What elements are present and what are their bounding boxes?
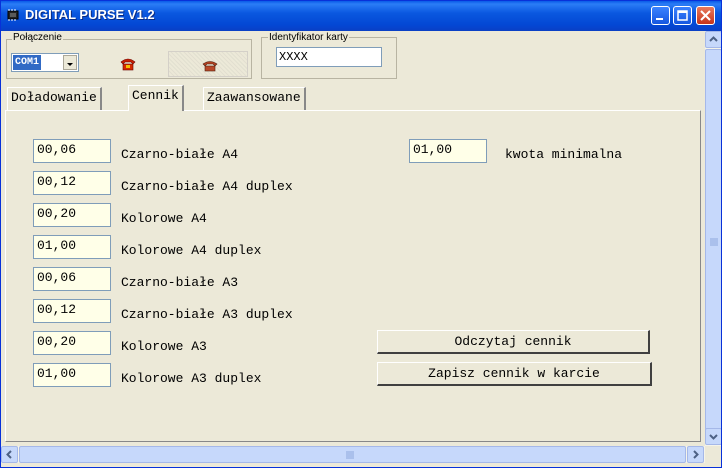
minimize-button[interactable] (651, 6, 670, 25)
app-window: DIGITAL PURSE V1.2 Połączenie COM1 Ident… (0, 0, 722, 468)
price-label-bw-a3-duplex: Czarno-białe A3 duplex (121, 307, 293, 322)
connection-status-box (168, 51, 248, 77)
scroll-right-button[interactable] (687, 446, 704, 463)
chevron-left-icon (6, 450, 12, 459)
scrollbar-corner (705, 446, 721, 463)
minimum-amount-label: kwota minimalna (505, 147, 623, 162)
port-select-value: COM1 (13, 55, 42, 70)
vertical-scroll-thumb[interactable] (705, 49, 721, 437)
price-field-color-a3-duplex[interactable]: 01,00 (33, 363, 111, 387)
port-select[interactable]: COM1 (11, 53, 79, 72)
price-field-color-a4-duplex[interactable]: 01,00 (33, 235, 111, 259)
price-label-bw-a3: Czarno-białe A3 (121, 275, 239, 290)
price-label-color-a4-duplex: Kolorowe A4 duplex (121, 243, 262, 258)
close-button[interactable] (696, 6, 715, 25)
connection-group-label: Połączenie (12, 32, 63, 43)
grip-icon (710, 238, 718, 246)
card-id-field[interactable]: XXXX (276, 47, 382, 67)
window-title: DIGITAL PURSE V1.2 (25, 7, 155, 22)
port-dropdown-button[interactable] (63, 55, 77, 70)
vertical-scrollbar[interactable] (705, 31, 721, 446)
minimize-icon (656, 18, 663, 20)
tab-cennik[interactable]: Cennik (128, 85, 184, 111)
price-label-color-a4: Kolorowe A4 (121, 211, 207, 226)
chevron-down-icon (67, 63, 73, 66)
price-field-color-a4[interactable]: 00,20 (33, 203, 111, 227)
price-label-color-a3-duplex: Kolorowe A3 duplex (121, 371, 262, 386)
horizontal-scroll-thumb[interactable] (19, 446, 686, 463)
price-field-bw-a4[interactable]: 00,06 (33, 139, 111, 163)
scroll-left-button[interactable] (1, 446, 18, 463)
price-label-bw-a4: Czarno-białe A4 (121, 147, 239, 162)
card-id-group-label: Identyfikator karty (268, 32, 349, 43)
scroll-up-button[interactable] (705, 31, 721, 48)
price-label-bw-a4-duplex: Czarno-białe A4 duplex (121, 179, 293, 194)
chevron-down-icon (709, 434, 718, 440)
close-icon (700, 10, 711, 21)
price-label-color-a3: Kolorowe A3 (121, 339, 207, 354)
price-field-color-a3[interactable]: 00,20 (33, 331, 111, 355)
price-field-bw-a4-duplex[interactable]: 00,12 (33, 171, 111, 195)
minimum-amount-field[interactable]: 01,00 (409, 139, 487, 163)
chip-icon (7, 9, 19, 21)
phone-icon (120, 58, 136, 71)
price-field-bw-a3[interactable]: 00,06 (33, 267, 111, 291)
maximize-icon (677, 10, 688, 21)
scroll-down-button[interactable] (705, 428, 721, 445)
horizontal-scrollbar[interactable] (1, 446, 705, 463)
maximize-button[interactable] (673, 6, 692, 25)
title-bar[interactable]: DIGITAL PURSE V1.2 (1, 1, 721, 31)
chevron-right-icon (693, 450, 699, 459)
write-pricelist-button[interactable]: Zapisz cennik w karcie (377, 362, 652, 386)
tab-zaawansowane[interactable]: Zaawansowane (203, 87, 306, 110)
read-pricelist-button[interactable]: Odczytaj cennik (377, 330, 650, 354)
price-field-bw-a3-duplex[interactable]: 00,12 (33, 299, 111, 323)
chevron-up-icon (709, 36, 718, 42)
phone-icon (202, 61, 218, 72)
grip-icon (346, 451, 354, 459)
tab-doladowanie[interactable]: Doładowanie (7, 87, 102, 110)
